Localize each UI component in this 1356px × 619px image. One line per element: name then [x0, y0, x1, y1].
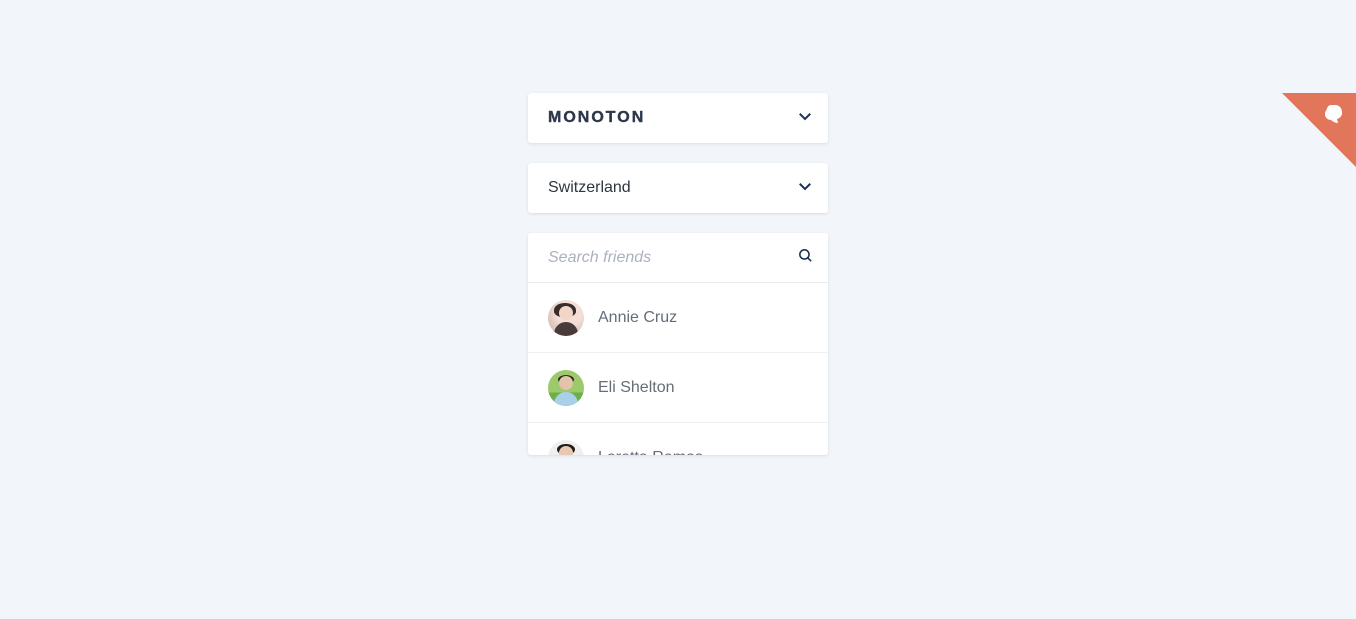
chevron-down-icon	[796, 107, 814, 130]
friend-name: Annie Cruz	[598, 309, 677, 327]
friends-list[interactable]: Annie Cruz Eli Shelton Loretta Ramos	[528, 283, 828, 455]
chevron-down-icon	[796, 177, 814, 200]
avatar	[548, 440, 584, 456]
search-icon[interactable]	[797, 247, 814, 269]
friend-item[interactable]: Eli Shelton	[528, 353, 828, 423]
font-dropdown-label: Monoton	[548, 109, 645, 127]
friend-item[interactable]: Annie Cruz	[528, 283, 828, 353]
friend-item[interactable]: Loretta Ramos	[528, 423, 828, 455]
friend-name: Loretta Ramos	[598, 449, 703, 456]
search-input[interactable]	[548, 249, 797, 267]
avatar	[548, 300, 584, 336]
country-dropdown-label: Switzerland	[548, 179, 631, 197]
avatar	[548, 370, 584, 406]
font-dropdown[interactable]: Monoton	[528, 93, 828, 143]
search-row	[528, 233, 828, 283]
friend-name: Eli Shelton	[598, 379, 675, 397]
ghost-icon	[1322, 103, 1348, 132]
friends-panel: Annie Cruz Eli Shelton Loretta Ramos	[528, 233, 828, 455]
corner-ribbon[interactable]	[1282, 93, 1356, 167]
country-dropdown[interactable]: Switzerland	[528, 163, 828, 213]
